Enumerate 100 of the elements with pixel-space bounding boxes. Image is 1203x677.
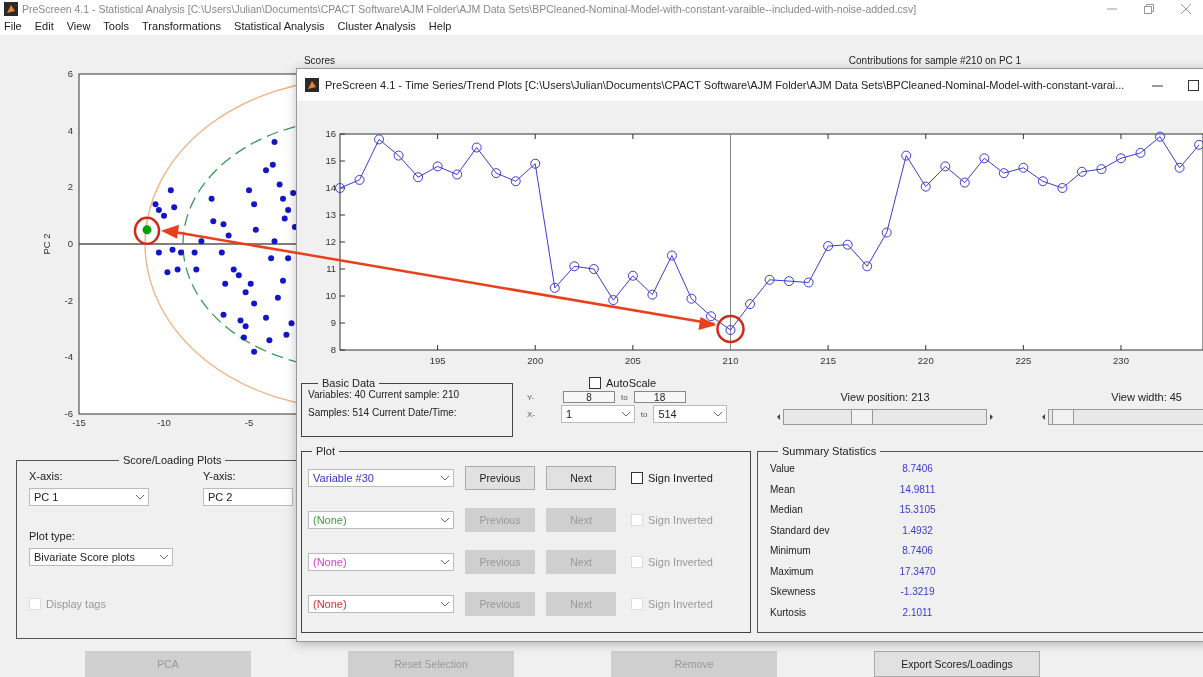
tick-label: 13 <box>325 209 336 220</box>
data-point <box>354 174 365 185</box>
tick-label: 2 <box>67 181 73 193</box>
tick-label: 210 <box>722 355 739 366</box>
data-point <box>940 161 951 172</box>
window-title: PreScreen 4.1 - Statistical Analysis [C:\Users\Julian\Documents\CPACT Software\AJM Folder\AJM Data Sets\BPCleaned-Nominal-Model-with-constant-varaible--included-with-noise-added.csv] <box>22 2 917 15</box>
tick-label: 15 <box>325 155 336 166</box>
data-point <box>174 266 181 273</box>
data-point <box>686 293 697 304</box>
data-point <box>1096 164 1107 175</box>
data-point <box>167 187 174 194</box>
checkbox-label: Sign Inverted <box>648 598 713 610</box>
field-label: to <box>621 392 628 402</box>
dropdown[interactable]: PC 2 <box>203 488 293 506</box>
tick-label: 11 <box>326 263 336 274</box>
caret-icon <box>136 494 144 500</box>
next-button[interactable]: Next <box>546 466 616 490</box>
data-point <box>251 300 258 307</box>
dropdown[interactable]: Bivariate Score plots <box>29 548 173 566</box>
data-point <box>1076 166 1087 177</box>
slider-track[interactable] <box>783 409 987 425</box>
menu-item[interactable]: File <box>4 20 22 33</box>
menu-item[interactable]: Statistical Analysis <box>234 20 325 33</box>
data-point <box>290 190 297 196</box>
stat-label: Skewness <box>770 586 817 598</box>
dropdown[interactable]: Variable #30 <box>308 469 454 487</box>
data-point <box>251 348 258 355</box>
data-point <box>155 249 162 256</box>
data-point <box>169 246 176 253</box>
menu-item[interactable]: Edit <box>34 20 54 33</box>
data-point <box>220 221 227 228</box>
tick-label: -4 <box>64 351 73 363</box>
input-field[interactable]: 18 <box>633 391 686 403</box>
data-point <box>998 168 1009 179</box>
data-point <box>745 299 755 310</box>
restore-icon[interactable] <box>1144 3 1154 14</box>
button[interactable]: Export Scores/Loadings <box>874 651 1040 677</box>
data-point <box>842 239 853 250</box>
data-point <box>271 238 278 245</box>
caret-icon <box>441 559 449 565</box>
close-icon[interactable] <box>1181 3 1191 14</box>
menu-item[interactable]: Cluster Analysis <box>337 20 416 33</box>
data-point <box>225 232 232 239</box>
menu-item[interactable]: View <box>66 20 91 33</box>
data-point <box>283 331 290 338</box>
checkbox[interactable] <box>589 377 601 389</box>
window-title: PreScreen 4.1 - Time Series/Trend Plots [C:\Users\Julian\Documents\CPACT Software\AJM Folder\AJM Data Sets\BPCleaned-Nominal-Model-with-constant-varai... <box>325 79 1125 91</box>
data-point <box>705 311 716 322</box>
data-point <box>1018 162 1029 173</box>
field-label: Y- <box>527 392 536 402</box>
data-point <box>803 277 814 288</box>
app-icon <box>4 1 18 16</box>
data-point <box>569 261 580 272</box>
stat-label: Kurtosis <box>770 606 808 618</box>
data-point <box>784 276 795 287</box>
tick-label: 10 <box>325 290 336 301</box>
selected-point <box>142 225 152 235</box>
dropdown[interactable]: 514 <box>653 405 727 423</box>
checkbox-label: Sign Inverted <box>648 514 713 526</box>
data-point <box>171 204 178 211</box>
dropdown[interactable]: PC 1 <box>29 488 149 506</box>
menu-item[interactable]: Transformations <box>142 20 222 33</box>
menu-item[interactable]: Tools <box>103 20 130 33</box>
stat-value: 15.3105 <box>898 504 937 516</box>
data-point <box>276 181 283 188</box>
data-point <box>452 169 463 180</box>
caret-icon <box>714 411 722 417</box>
input-field[interactable]: 8 <box>563 391 615 403</box>
data-point <box>193 266 200 273</box>
slider-thumb[interactable] <box>1051 409 1074 425</box>
slider-track[interactable] <box>1048 409 1203 425</box>
data-point <box>920 181 931 192</box>
highlight-circle <box>133 216 161 246</box>
stat-label: Value <box>770 463 796 475</box>
maximize-icon[interactable] <box>1188 79 1200 91</box>
stat-label: Median <box>770 504 804 516</box>
group-title: Score/Loading Plots <box>122 454 223 466</box>
slider-label: View position: 213 <box>840 391 930 403</box>
data-point <box>1135 147 1146 158</box>
slider-thumb[interactable] <box>850 409 873 425</box>
data-point <box>285 255 292 262</box>
tick-label: 12 <box>325 236 336 247</box>
dropdown[interactable]: 1 <box>561 405 635 423</box>
data-point <box>218 249 225 256</box>
tick-label: 6 <box>67 68 73 79</box>
data-point <box>647 289 658 300</box>
data-point <box>666 250 677 261</box>
tick-label: 16 <box>325 128 336 139</box>
stat-value: 14.9811 <box>898 483 937 495</box>
data-point <box>823 241 834 252</box>
data-point <box>959 177 970 188</box>
checkbox[interactable] <box>631 472 643 484</box>
stat-label: Mean <box>770 483 796 495</box>
data-point <box>1155 131 1166 142</box>
data-point <box>246 187 252 194</box>
previous-button[interactable]: Previous <box>465 466 535 490</box>
data-point <box>1194 139 1203 150</box>
tick-label: 225 <box>1015 355 1032 366</box>
data-point <box>413 172 424 183</box>
menu-item[interactable]: Help <box>428 20 452 33</box>
